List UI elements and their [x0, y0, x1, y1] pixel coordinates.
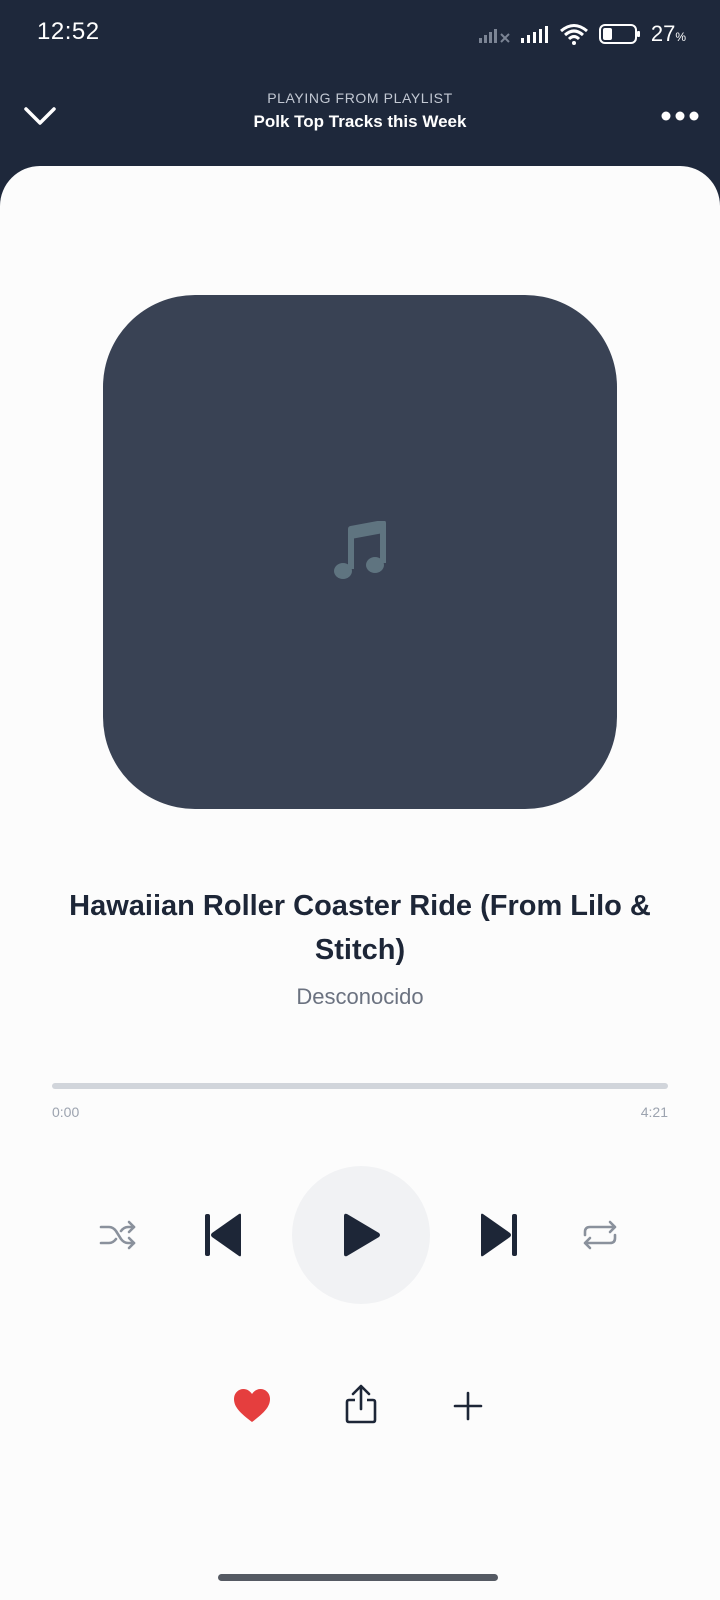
playing-from-label: PLAYING FROM PLAYLIST: [267, 90, 453, 106]
wifi-icon: [559, 24, 588, 45]
like-button[interactable]: [228, 1384, 276, 1428]
music-note-icon: [334, 521, 386, 579]
track-actions: [0, 1376, 720, 1436]
repeat-icon: [583, 1220, 617, 1250]
playback-controls: [0, 1166, 720, 1306]
battery-icon: [598, 24, 640, 44]
play-button[interactable]: [292, 1166, 430, 1304]
signal-off-icon: [478, 29, 510, 43]
plus-icon: [453, 1391, 483, 1421]
battery-unit: %: [675, 30, 686, 44]
battery-percent: 27%: [651, 21, 686, 47]
playlist-name[interactable]: Polk Top Tracks this Week: [120, 112, 600, 132]
player-header: PLAYING FROM PLAYLIST Polk Top Tracks th…: [0, 70, 720, 166]
more-dots-icon: [661, 111, 699, 121]
playing-from: PLAYING FROM PLAYLIST Polk Top Tracks th…: [120, 90, 600, 132]
more-options-button[interactable]: [658, 94, 702, 138]
collapse-button[interactable]: [18, 94, 62, 138]
album-artwork: [103, 295, 617, 809]
status-time: 12:52: [37, 18, 100, 45]
add-to-playlist-button[interactable]: [446, 1384, 490, 1428]
elapsed-time: 0:00: [52, 1104, 80, 1120]
chevron-down-icon: [24, 107, 56, 125]
previous-button[interactable]: [198, 1209, 248, 1261]
skip-next-icon: [481, 1213, 517, 1257]
share-button[interactable]: [338, 1380, 384, 1428]
play-icon: [344, 1213, 380, 1257]
progress-bar[interactable]: [52, 1083, 668, 1089]
status-bar: 12:52 27%: [0, 0, 720, 70]
player-sheet: Hawaiian Roller Coaster Ride (From Lilo …: [0, 166, 720, 1600]
total-time: 4:21: [640, 1104, 668, 1120]
repeat-button[interactable]: [578, 1213, 622, 1257]
shuffle-button[interactable]: [96, 1213, 140, 1257]
heart-icon: [234, 1389, 270, 1422]
next-button[interactable]: [474, 1209, 524, 1261]
skip-previous-icon: [205, 1213, 241, 1257]
home-indicator[interactable]: [218, 1574, 498, 1581]
track-artist[interactable]: Desconocido: [40, 984, 680, 1010]
status-icons: 27%: [478, 20, 686, 48]
track-title: Hawaiian Roller Coaster Ride (From Lilo …: [69, 890, 651, 966]
share-icon: [345, 1384, 377, 1424]
signal-icon: [520, 26, 548, 43]
shuffle-icon: [99, 1220, 136, 1250]
battery-value: 27: [650, 21, 676, 46]
